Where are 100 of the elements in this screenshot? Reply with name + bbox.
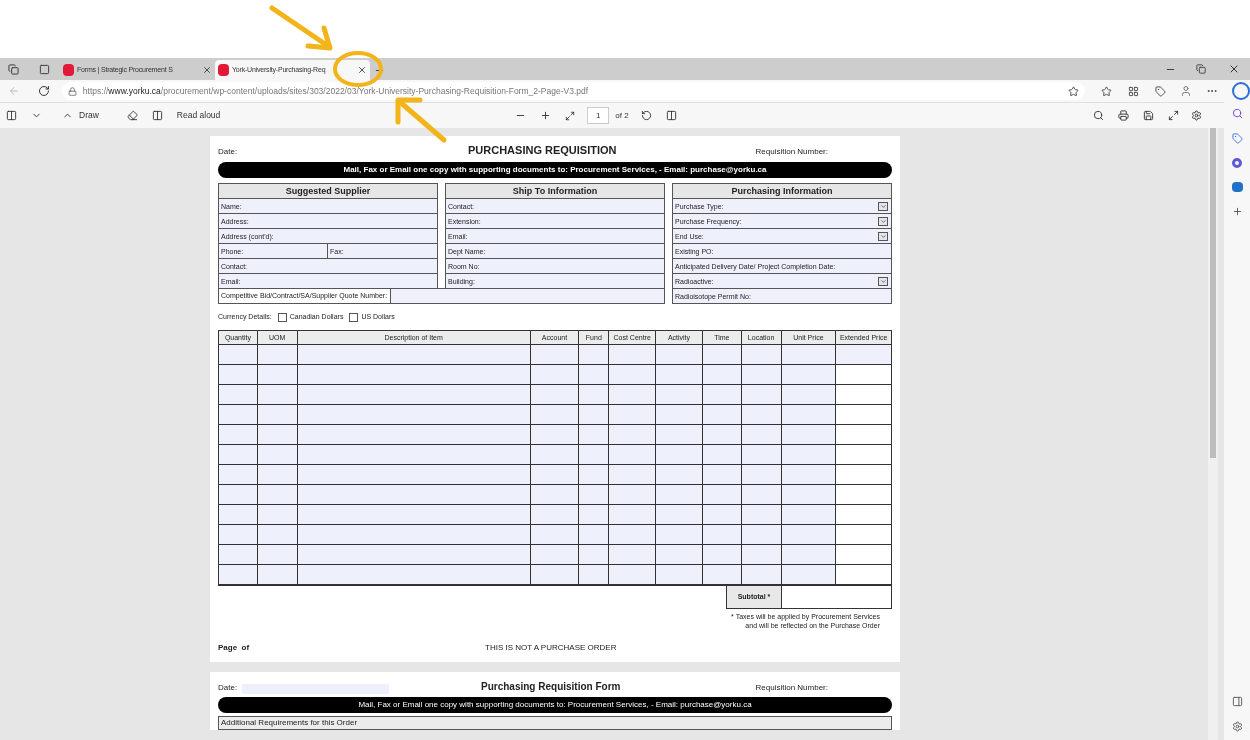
table-cell[interactable] xyxy=(741,545,782,565)
save-icon[interactable] xyxy=(1143,110,1154,121)
table-cell[interactable] xyxy=(702,545,742,565)
table-cell[interactable] xyxy=(656,345,703,365)
table-cell[interactable] xyxy=(257,485,298,505)
extension-icon[interactable] xyxy=(1155,85,1167,97)
table-cell[interactable] xyxy=(219,405,258,425)
table-cell[interactable] xyxy=(219,385,258,405)
table-cell[interactable] xyxy=(741,525,782,545)
table-cell[interactable] xyxy=(530,465,580,485)
table-cell[interactable] xyxy=(656,365,703,385)
table-cell[interactable] xyxy=(656,385,703,405)
table-cell[interactable] xyxy=(609,545,657,565)
table-cell[interactable] xyxy=(530,485,580,505)
table-cell[interactable] xyxy=(257,425,298,445)
collections-icon[interactable] xyxy=(1128,85,1140,97)
table-cell[interactable] xyxy=(702,565,742,585)
table-cell[interactable] xyxy=(297,425,531,445)
table-cell[interactable] xyxy=(257,405,298,425)
table-cell[interactable] xyxy=(609,565,657,585)
table-cell[interactable] xyxy=(297,545,531,565)
settings-icon[interactable] xyxy=(1231,721,1243,732)
table-cell[interactable] xyxy=(579,365,610,385)
table-cell[interactable] xyxy=(530,385,580,405)
table-cell[interactable] xyxy=(702,385,742,405)
table-cell[interactable] xyxy=(257,445,298,465)
table-cell[interactable] xyxy=(781,565,837,585)
table-cell[interactable] xyxy=(257,525,298,545)
two-page-icon[interactable] xyxy=(665,110,677,121)
favorites-icon[interactable] xyxy=(1101,85,1113,97)
mail-icon[interactable] xyxy=(1231,182,1243,192)
table-cell[interactable] xyxy=(741,425,782,445)
table-cell[interactable] xyxy=(530,565,580,585)
table-cell[interactable] xyxy=(530,525,580,545)
table-cell[interactable] xyxy=(609,525,657,545)
fit-page-icon[interactable] xyxy=(565,110,576,121)
table-cell[interactable] xyxy=(609,425,657,445)
table-cell[interactable] xyxy=(297,445,531,465)
table-cell[interactable] xyxy=(609,345,657,365)
dropdown-icon[interactable] xyxy=(878,276,888,286)
table-cell[interactable] xyxy=(781,365,837,385)
table-cell[interactable] xyxy=(609,385,657,405)
table-cell[interactable] xyxy=(609,465,657,485)
table-cell[interactable] xyxy=(741,445,782,465)
table-cell[interactable] xyxy=(781,505,837,525)
table-cell[interactable] xyxy=(741,565,782,585)
table-cell[interactable] xyxy=(741,405,782,425)
print-icon[interactable] xyxy=(1118,110,1129,121)
add-icon[interactable] xyxy=(1231,206,1243,217)
table-cell[interactable] xyxy=(609,485,657,505)
table-cell[interactable] xyxy=(530,405,580,425)
table-cell[interactable] xyxy=(297,405,531,425)
dropdown-icon[interactable] xyxy=(878,201,888,211)
refresh-icon[interactable] xyxy=(37,85,50,97)
table-cell[interactable] xyxy=(297,345,531,365)
table-cell[interactable] xyxy=(656,565,703,585)
table-cell[interactable] xyxy=(702,345,742,365)
table-cell[interactable] xyxy=(741,465,782,485)
table-cell[interactable] xyxy=(257,505,298,525)
table-cell[interactable] xyxy=(702,485,742,505)
table-cell[interactable] xyxy=(579,385,610,405)
table-cell[interactable] xyxy=(702,465,742,485)
table-cell[interactable] xyxy=(219,525,258,545)
table-cell[interactable] xyxy=(297,525,531,545)
close-icon[interactable] xyxy=(357,65,367,75)
table-cell[interactable] xyxy=(297,465,531,485)
table-cell[interactable] xyxy=(656,505,703,525)
sidebar-toggle-icon[interactable] xyxy=(1231,696,1243,707)
read-aloud-button[interactable]: Read aloud xyxy=(176,109,221,122)
table-cell[interactable] xyxy=(219,345,258,365)
table-cell[interactable] xyxy=(781,405,837,425)
table-cell[interactable] xyxy=(579,465,610,485)
table-cell[interactable] xyxy=(781,485,837,505)
table-cell[interactable] xyxy=(656,485,703,505)
table-cell[interactable] xyxy=(579,565,610,585)
table-cell[interactable] xyxy=(297,565,531,585)
table-cell[interactable] xyxy=(219,445,258,465)
table-cell[interactable] xyxy=(219,365,258,385)
table-cell[interactable] xyxy=(257,465,298,485)
settings-icon[interactable] xyxy=(1191,110,1202,121)
table-cell[interactable] xyxy=(257,345,298,365)
workspaces-icon[interactable] xyxy=(8,63,19,75)
fullscreen-icon[interactable] xyxy=(1168,110,1179,121)
table-cell[interactable] xyxy=(702,365,742,385)
table-cell[interactable] xyxy=(257,385,298,405)
table-cell[interactable] xyxy=(530,505,580,525)
table-cell[interactable] xyxy=(219,545,258,565)
table-cell[interactable] xyxy=(741,385,782,405)
table-cell[interactable] xyxy=(656,425,703,445)
table-cell[interactable] xyxy=(530,365,580,385)
table-cell[interactable] xyxy=(257,365,298,385)
table-cell[interactable] xyxy=(579,445,610,465)
app-icon[interactable] xyxy=(1232,158,1242,168)
table-cell[interactable] xyxy=(257,545,298,565)
table-cell[interactable] xyxy=(219,565,258,585)
restore-icon[interactable] xyxy=(1196,64,1206,74)
draw-button[interactable]: Draw xyxy=(62,109,99,122)
dropdown-icon[interactable] xyxy=(878,216,888,226)
table-cell[interactable] xyxy=(781,345,837,365)
dropdown-icon[interactable] xyxy=(878,231,888,241)
